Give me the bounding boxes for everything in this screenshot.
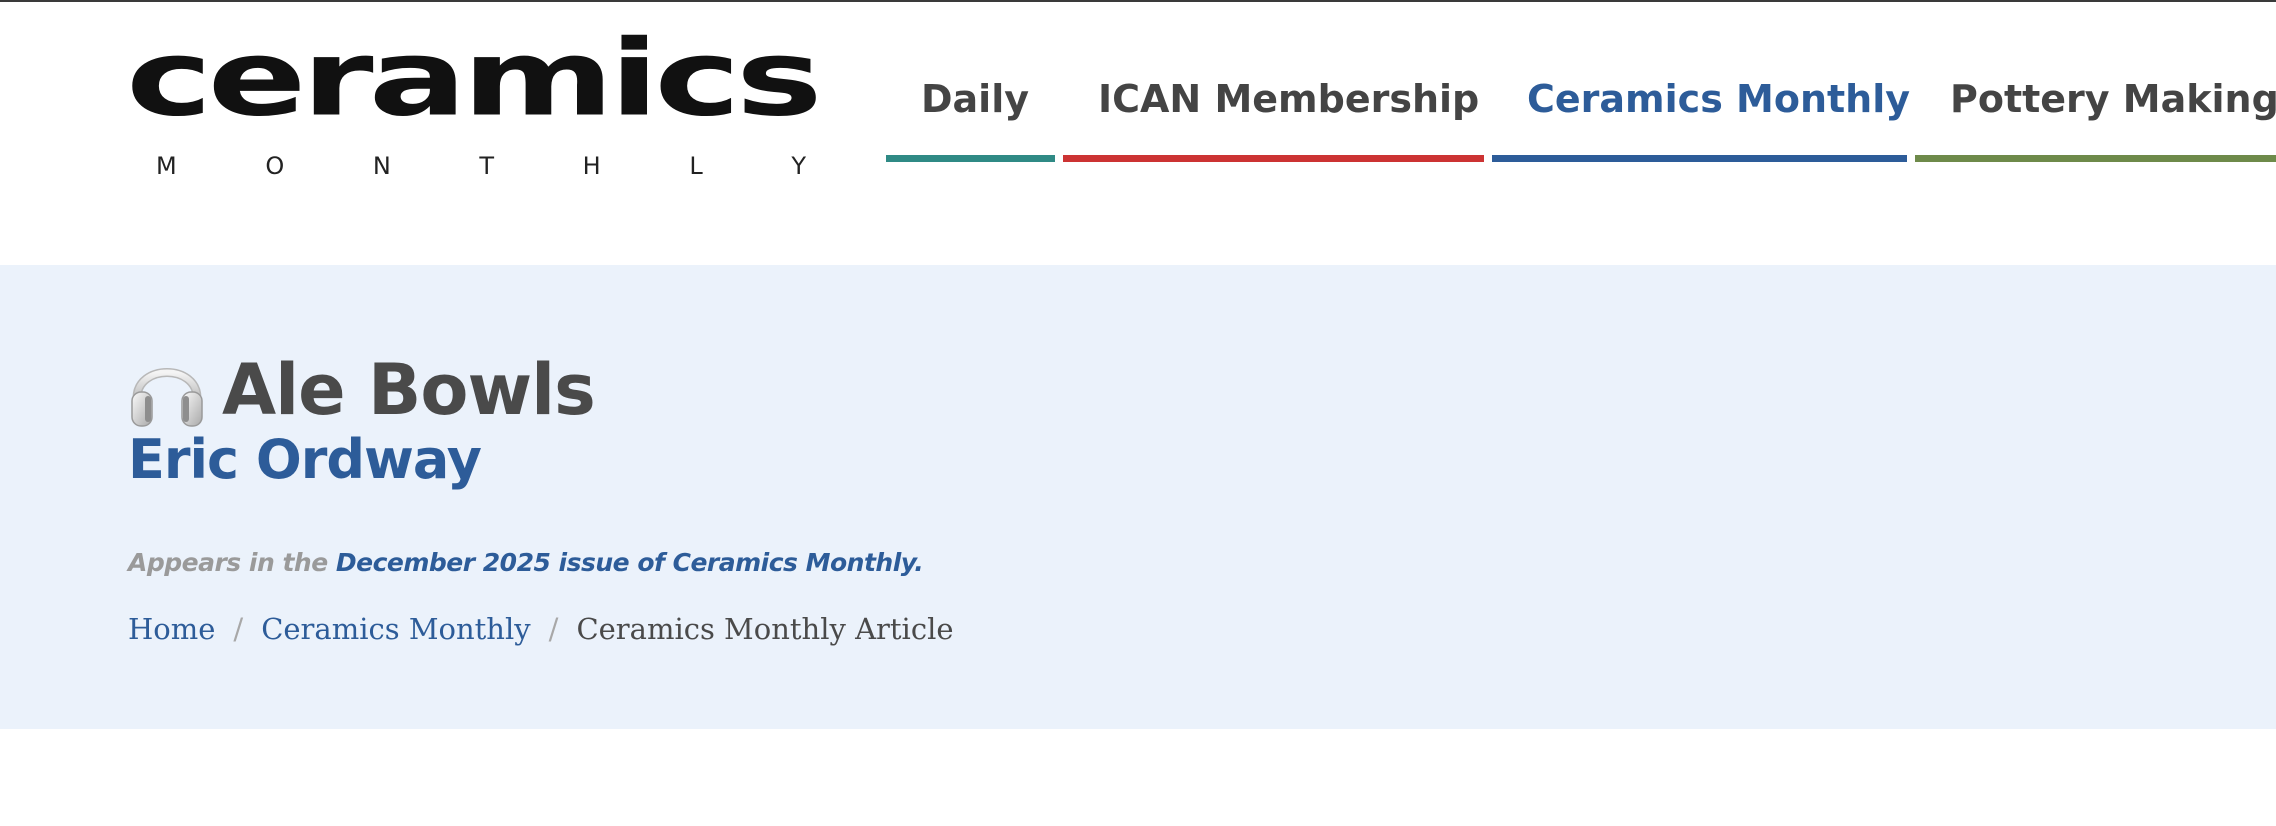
logo-letter: T bbox=[479, 152, 495, 180]
nav-item-label: Daily bbox=[921, 77, 1030, 121]
nav-item-pottery-making[interactable]: Pottery Making Il bbox=[1915, 74, 2276, 162]
headphones-icon[interactable] bbox=[128, 350, 206, 430]
nav-item-ceramics-monthly[interactable]: Ceramics Monthly bbox=[1492, 74, 1911, 162]
logo-letter: H bbox=[582, 152, 601, 180]
logo-letter: N bbox=[372, 152, 391, 180]
logo-wordmark: ceramics bbox=[126, 17, 823, 140]
article-hero: Ale Bowls Eric Ordway Appears in the Dec… bbox=[0, 265, 2276, 729]
issue-note: Appears in the December 2025 issue of Ce… bbox=[128, 548, 924, 577]
nav-underline bbox=[1492, 155, 1907, 162]
logo-letter: O bbox=[265, 152, 285, 180]
nav-item-daily[interactable]: Daily bbox=[886, 74, 1055, 162]
issue-note-prefix: Appears in the bbox=[128, 548, 336, 577]
site-header: ceramics M O N T H L Y Daily ICAN Member… bbox=[0, 2, 2276, 265]
article-title: Ale Bowls bbox=[222, 349, 596, 431]
nav-item-ican-membership[interactable]: ICAN Membership bbox=[1063, 74, 1484, 162]
breadcrumb-home[interactable]: Home bbox=[128, 615, 215, 644]
author-link[interactable]: Eric Ordway bbox=[128, 433, 482, 487]
issue-link[interactable]: December 2025 issue of Ceramics Monthly. bbox=[336, 548, 924, 577]
breadcrumb-separator: / bbox=[233, 612, 244, 646]
nav-underline bbox=[1063, 155, 1484, 162]
nav-item-label: ICAN Membership bbox=[1098, 77, 1480, 121]
breadcrumb-separator: / bbox=[548, 612, 559, 646]
nav-underline bbox=[886, 155, 1055, 162]
main-nav: Daily ICAN Membership Ceramics Monthly P… bbox=[886, 74, 2276, 162]
nav-item-label: Ceramics Monthly bbox=[1527, 77, 1911, 121]
logo-letter: Y bbox=[791, 152, 806, 180]
breadcrumb: Home / Ceramics Monthly / Ceramics Month… bbox=[128, 615, 954, 644]
nav-item-label: Pottery Making Il bbox=[1950, 77, 2276, 121]
breadcrumb-current: Ceramics Monthly Article bbox=[576, 612, 954, 646]
ceramics-monthly-logo[interactable]: ceramics M O N T H L Y bbox=[126, 26, 836, 186]
logo-letter: L bbox=[689, 152, 703, 180]
title-row: Ale Bowls bbox=[128, 345, 596, 435]
logo-letter: M bbox=[156, 152, 177, 180]
logo-subtitle: M O N T H L Y bbox=[126, 154, 836, 178]
breadcrumb-ceramics-monthly[interactable]: Ceramics Monthly bbox=[261, 615, 530, 644]
nav-underline bbox=[1915, 155, 2276, 162]
